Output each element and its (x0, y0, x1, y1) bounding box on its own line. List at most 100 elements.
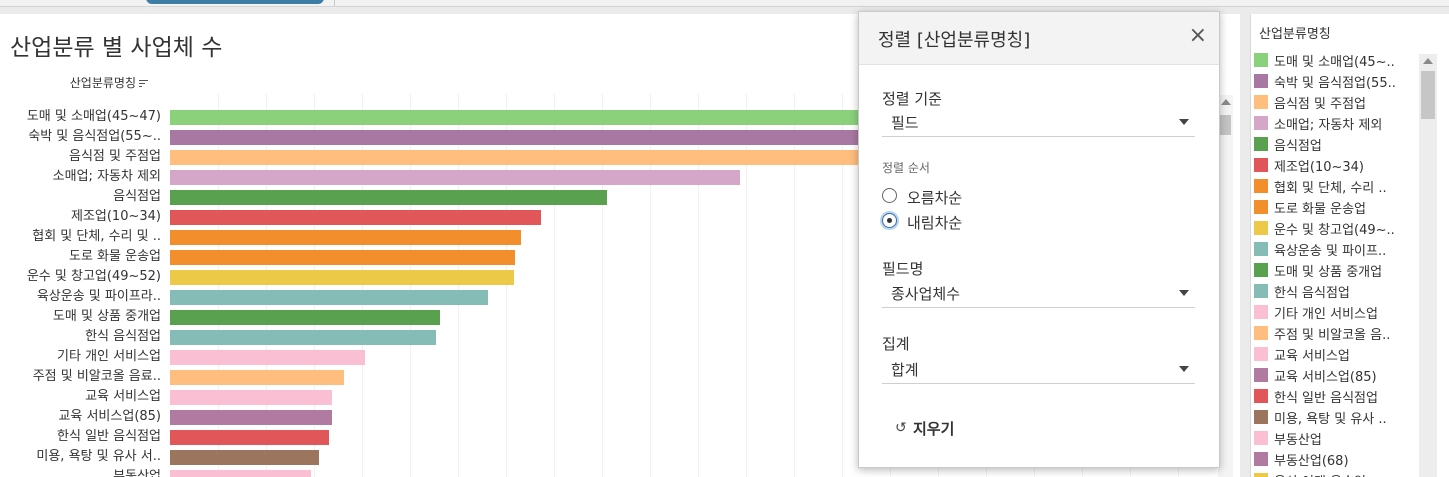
legend-label: 운수 및 창고업(49~.. (1274, 223, 1395, 238)
bar[interactable] (170, 170, 740, 185)
row-label[interactable]: 도매 및 상품 중개업 (0, 308, 161, 326)
legend-item[interactable]: 소매업; 자동차 제외 (1254, 113, 1419, 134)
ascending-label: 오름차순 (907, 189, 963, 207)
legend-item[interactable]: 부동산업 (1254, 428, 1419, 449)
scroll-up-icon[interactable] (1221, 99, 1231, 105)
row-label[interactable]: 도로 화물 운송업 (0, 248, 161, 266)
bar[interactable] (170, 350, 365, 365)
legend-label: 부동산업 (1274, 433, 1322, 448)
legend-swatch (1254, 74, 1268, 88)
legend-label: 교육 서비스업(85) (1274, 370, 1377, 385)
scroll-thumb[interactable] (1220, 115, 1231, 135)
legend-item[interactable]: 도매 및 소매업(45~.. (1254, 50, 1419, 71)
legend-item[interactable]: 육상 여객 운송업 (1254, 470, 1419, 477)
scroll-thumb[interactable] (1421, 71, 1435, 119)
bar[interactable] (170, 370, 344, 385)
row-label[interactable]: 육상운송 및 파이프라.. (0, 288, 161, 306)
bar[interactable] (170, 290, 488, 305)
bar[interactable] (170, 250, 515, 265)
legend-item[interactable]: 도로 화물 운송업 (1254, 197, 1419, 218)
bar[interactable] (170, 150, 931, 165)
field-name-select[interactable]: 종사업체수 (882, 279, 1195, 308)
row-label[interactable]: 교육 서비스업(85) (0, 408, 161, 426)
scroll-up-icon[interactable] (1423, 58, 1433, 64)
legend-item[interactable]: 운수 및 창고업(49~.. (1254, 218, 1419, 239)
dialog-title: 정렬 [산업분류명칭] (878, 30, 1031, 51)
legend-item[interactable]: 미용, 욕탕 및 유사 .. (1254, 407, 1419, 428)
legend-item[interactable]: 한식 음식점업 (1254, 281, 1419, 302)
row-label[interactable]: 한식 음식점업 (0, 328, 161, 346)
bar[interactable] (170, 450, 319, 465)
legend-swatch (1254, 263, 1268, 277)
legend-swatch (1254, 179, 1268, 193)
row-label[interactable]: 제조업(10~34) (0, 208, 161, 226)
legend-item[interactable]: 협회 및 단체, 수리 .. (1254, 176, 1419, 197)
row-label[interactable]: 주점 및 비알코올 음료.. (0, 368, 161, 386)
legend-swatch (1254, 116, 1268, 130)
legend-item[interactable]: 주점 및 비알코올 음.. (1254, 323, 1419, 344)
close-icon[interactable]: × (1189, 25, 1207, 47)
aggregation-select[interactable]: 합계 (882, 355, 1195, 384)
legend-swatch (1254, 95, 1268, 109)
sheet-title: 산업분류 별 사업체 수 (10, 35, 223, 61)
row-label[interactable]: 협회 및 단체, 수리 및 .. (0, 228, 161, 246)
legend-item[interactable]: 도매 및 상품 중개업 (1254, 260, 1419, 281)
row-label[interactable]: 기타 개인 서비스업 (0, 348, 161, 366)
legend-label: 기타 개인 서비스업 (1274, 307, 1378, 322)
legend-label: 도로 화물 운송업 (1274, 202, 1366, 217)
legend-item[interactable]: 제조업(10~34) (1254, 155, 1419, 176)
legend-swatch (1254, 221, 1268, 235)
chart-scrollbar[interactable] (1218, 95, 1233, 477)
legend-label: 한식 일반 음식점업 (1274, 391, 1378, 406)
column-header[interactable]: 산업분류명칭 (0, 74, 148, 91)
bar[interactable] (170, 470, 311, 477)
column-header-label: 산업분류명칭 (69, 76, 136, 90)
row-label[interactable]: 소매업; 자동차 제외 (0, 168, 161, 186)
legend-scrollbar[interactable] (1419, 54, 1437, 477)
row-label[interactable]: 운수 및 창고업(49~52) (0, 268, 161, 286)
row-label[interactable]: 교육 서비스업 (0, 388, 161, 406)
bar[interactable] (170, 310, 440, 325)
legend-item[interactable]: 음식점 및 주점업 (1254, 92, 1419, 113)
bar[interactable] (170, 430, 329, 445)
legend-item[interactable]: 한식 일반 음식점업 (1254, 386, 1419, 407)
row-label[interactable]: 한식 일반 음식점업 (0, 428, 161, 446)
legend-swatch (1254, 389, 1268, 403)
row-label[interactable]: 도매 및 소매업(45~47) (0, 108, 161, 126)
legend-label: 부동산업(68) (1274, 454, 1349, 469)
bar[interactable] (170, 330, 436, 345)
legend-swatch (1254, 200, 1268, 214)
sort-descending-icon[interactable] (139, 78, 148, 89)
legend-item[interactable]: 숙박 및 음식점업(55.. (1254, 71, 1419, 92)
legend-label: 미용, 욕탕 및 유사 .. (1274, 412, 1387, 427)
legend-item[interactable]: 교육 서비스업 (1254, 344, 1419, 365)
legend-item[interactable]: 음식점업 (1254, 134, 1419, 155)
clear-label: 지우기 (913, 420, 955, 438)
legend-label: 한식 음식점업 (1274, 286, 1350, 301)
row-label[interactable]: 부동산업 (0, 468, 161, 477)
legend-item[interactable]: 육상운송 및 파이프.. (1254, 239, 1419, 260)
legend-swatch (1254, 305, 1268, 319)
bar[interactable] (170, 210, 541, 225)
dialog-header: 정렬 [산업분류명칭] × (859, 12, 1219, 65)
legend-item[interactable]: 교육 서비스업(85) (1254, 365, 1419, 386)
bar[interactable] (170, 410, 332, 425)
toolbar-divider (334, 0, 335, 6)
row-label[interactable]: 숙박 및 음식점업(55~.. (0, 128, 161, 146)
bar[interactable] (170, 230, 521, 245)
legend-title: 산업분류명칭 (1259, 27, 1331, 42)
bar[interactable] (170, 270, 514, 285)
legend-item[interactable]: 부동산업(68) (1254, 449, 1419, 470)
bar[interactable] (170, 130, 958, 145)
active-tab-indicator[interactable] (146, 0, 324, 4)
sort-by-select[interactable]: 필드 (882, 108, 1195, 137)
row-label[interactable]: 음식점업 (0, 188, 161, 206)
bar[interactable] (170, 190, 607, 205)
bar[interactable] (170, 390, 332, 405)
legend-item[interactable]: 기타 개인 서비스업 (1254, 302, 1419, 323)
row-label[interactable]: 미용, 욕탕 및 유사 서.. (0, 448, 161, 466)
row-label[interactable]: 음식점 및 주점업 (0, 148, 161, 166)
field-name-label: 필드명 (882, 260, 924, 278)
aggregation-label: 집계 (882, 335, 910, 353)
legend-swatch (1254, 473, 1268, 477)
